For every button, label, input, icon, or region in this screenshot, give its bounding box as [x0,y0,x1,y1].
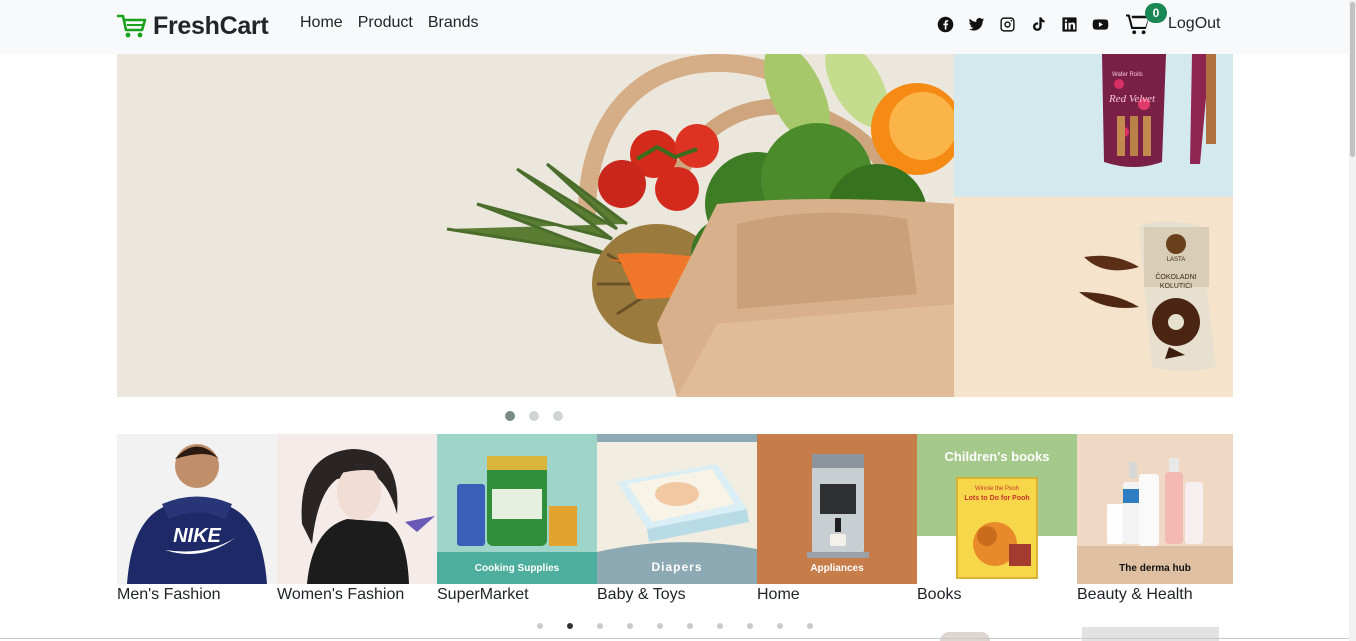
books-banner-title: Children's books [945,449,1050,464]
category-dot-10[interactable] [807,623,813,629]
page-scrollbar-thumb[interactable] [1350,2,1355,157]
brand-logo[interactable]: FreshCart [117,10,269,42]
category-card-home[interactable]: Appliances Home [757,434,917,604]
linkedin-icon[interactable] [1060,15,1078,33]
shirt-logo-text: NIKE [173,525,221,547]
nav-product-link[interactable]: Product [358,14,413,32]
category-card-books[interactable]: Winnie the Pooh Lots to Do for Pooh Chil… [917,434,1077,604]
category-dot-2[interactable] [567,623,573,629]
social-links [936,15,1109,33]
category-image-womens-fashion [277,434,437,584]
brand-name: FreshCart [153,11,269,40]
chocolate-rings-title-2: KOLUTIĆI [1160,281,1192,290]
wafer-rolls-title: Red Velvet [1108,93,1156,105]
category-label: Women's Fashion [277,586,405,603]
nav-home-link[interactable]: Home [300,14,343,32]
category-dot-9[interactable] [777,623,783,629]
category-caption: The derma hub [1119,563,1191,574]
category-image-beauty-health: The derma hub [1077,434,1233,584]
book-series-text: Winnie the Pooh [975,486,1019,492]
category-dot-1[interactable] [537,623,543,629]
youtube-icon[interactable] [1091,15,1109,33]
book-title-text: Lots to Do for Pooh [964,495,1029,502]
chocolate-rings-title-1: ČOKOLADNI [1155,272,1196,281]
hero-dot-3[interactable] [553,411,563,421]
category-image-supermarket: Cooking Supplies [437,434,597,584]
logout-link[interactable]: LogOut [1168,15,1220,33]
wafer-rolls-subtitle: Wafer Rolls [1112,72,1143,78]
category-image-home: Appliances [757,434,917,584]
grocery-bag-image [446,54,954,397]
category-slider-dots [537,623,813,629]
category-dot-6[interactable] [687,623,693,629]
twitter-icon[interactable] [967,15,985,33]
category-card-baby-toys[interactable]: Diapers Baby & Toys [597,434,757,604]
category-label: Baby & Toys [597,586,686,603]
hero-banner-chocolate-rings[interactable]: LASTA ČOKOLADNI KOLUTIĆI [954,197,1233,397]
category-caption: Cooking Supplies [474,563,560,574]
category-caption: Appliances [810,563,864,574]
category-card-womens-fashion[interactable]: Women's Fashion [277,434,437,604]
cart-logo-icon [117,14,147,38]
hero-slider-main[interactable] [117,54,954,397]
hero-dot-2[interactable] [529,411,539,421]
chocolate-rings-logo: LASTA [1167,257,1186,263]
category-image-mens-fashion: NIKE [117,434,277,584]
hero-banner-wafer-rolls[interactable]: Red Velvet Wafer Rolls [954,54,1233,197]
category-card-supermarket[interactable]: Cooking Supplies SuperMarket [437,434,597,604]
category-card-mens-fashion[interactable]: NIKE Men's Fashion [117,434,277,604]
facebook-icon[interactable] [936,15,954,33]
instagram-icon[interactable] [998,15,1016,33]
category-label: Home [757,586,800,603]
hero-dot-1[interactable] [505,411,515,421]
wafer-rolls-image: Red Velvet Wafer Rolls [1102,54,1216,167]
navbar: FreshCart Home Product Brands 0 LogOut [0,0,1356,54]
category-dot-7[interactable] [717,623,723,629]
category-label: Books [917,586,962,603]
category-card-beauty-health[interactable]: The derma hub Beauty & Health [1077,434,1233,604]
category-image-baby-toys: Diapers [597,434,757,584]
category-dot-4[interactable] [627,623,633,629]
category-dot-8[interactable] [747,623,753,629]
tiktok-icon[interactable] [1029,15,1047,33]
next-section-preview-image [940,632,990,641]
chocolate-rings-image: LASTA ČOKOLADNI KOLUTIĆI [1079,221,1216,371]
category-label: SuperMarket [437,586,529,603]
category-caption: Diapers [651,560,703,574]
category-dot-5[interactable] [657,623,663,629]
page-bottom-divider [0,638,1349,639]
category-label: Beauty & Health [1077,586,1193,603]
nav-brands-link[interactable]: Brands [428,14,479,32]
nav-links: Home Product Brands [300,14,479,32]
category-image-books: Winnie the Pooh Lots to Do for Pooh Chil… [917,434,1077,584]
category-dot-3[interactable] [597,623,603,629]
category-label: Men's Fashion [117,586,221,603]
category-slider: NIKE Men's Fashion Women's Fashion Cooki… [117,434,1233,604]
hero-slider-dots [505,411,563,421]
cart-count-badge: 0 [1145,3,1167,23]
